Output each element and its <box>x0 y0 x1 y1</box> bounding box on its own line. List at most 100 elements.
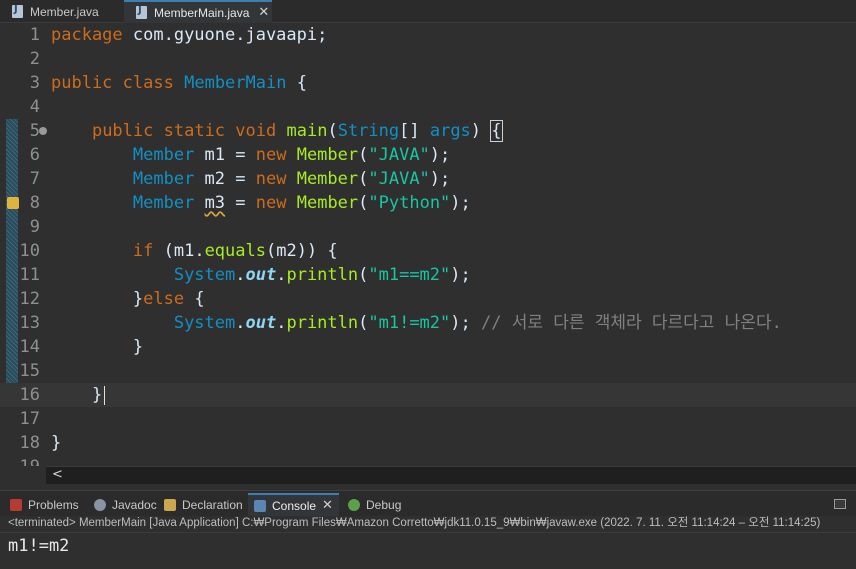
code-token: } <box>51 385 103 405</box>
code-line[interactable]: 4 <box>0 95 856 119</box>
fold-icon[interactable] <box>39 127 47 135</box>
line-number: 13 <box>19 313 40 333</box>
javadoc-icon <box>94 498 106 511</box>
code-token: ( <box>358 265 369 285</box>
code-text: public static void main(String[] args) { <box>51 119 503 143</box>
code-line[interactable]: 12 }else { <box>0 287 856 311</box>
code-token: args <box>429 121 471 141</box>
code-line[interactable]: 18} <box>0 431 856 455</box>
code-line[interactable]: 10 if (m1.equals(m2)) { <box>0 239 856 263</box>
code-line[interactable]: 6 Member m1 = new Member("JAVA"); <box>0 143 856 167</box>
close-icon[interactable]: ✕ <box>322 498 333 513</box>
code-token: ( <box>358 313 369 333</box>
code-token: { <box>490 120 503 142</box>
code-line[interactable]: 17 <box>0 407 856 431</box>
code-token: out <box>245 265 277 285</box>
line-number: 2 <box>29 49 40 69</box>
tab-javadoc[interactable]: Javadoc <box>94 493 157 516</box>
code-line[interactable]: 2 <box>0 47 856 71</box>
code-token: } <box>51 337 144 357</box>
text-cursor <box>104 385 106 405</box>
code-token: public <box>51 73 113 93</box>
code-token: . <box>235 313 246 333</box>
tab-member-java[interactable]: Member.java <box>0 0 124 23</box>
code-token: ); <box>450 265 471 285</box>
close-icon[interactable]: ✕ <box>258 5 269 20</box>
tab-problems[interactable]: Problems <box>10 493 79 516</box>
code-token: { <box>184 289 205 309</box>
code-token: "Python" <box>368 193 451 213</box>
line-number: 10 <box>19 241 40 261</box>
code-line[interactable]: 8 Member m3 = new Member("Python"); <box>0 191 856 215</box>
line-number: 15 <box>19 361 40 381</box>
code-token: println <box>286 265 359 285</box>
code-line[interactable]: 9 <box>0 215 856 239</box>
code-text: }else { <box>51 287 205 311</box>
code-token: [] <box>399 121 430 141</box>
tab-debug[interactable]: Debug <box>348 493 401 516</box>
code-line[interactable]: 19 <box>0 455 856 466</box>
code-token: ( <box>358 145 369 165</box>
code-token: Member <box>132 145 195 165</box>
scroll-left-icon[interactable]: < <box>52 467 63 482</box>
line-number: 12 <box>19 289 40 309</box>
code-line[interactable]: 5 public static void main(String[] args)… <box>0 119 856 143</box>
java-file-icon <box>12 4 23 18</box>
tab-console[interactable]: Console ✕ <box>248 493 339 516</box>
code-token: main <box>286 121 328 141</box>
warning-icon[interactable] <box>7 197 19 209</box>
code-token: . <box>235 265 246 285</box>
tab-membermain-java[interactable]: MemberMain.java ✕ <box>124 0 272 23</box>
tab-label: Member.java <box>30 4 99 19</box>
code-line[interactable]: 1 package com.gyuone.javaapi; <box>0 23 856 47</box>
code-text: package com.gyuone.javaapi; <box>51 23 327 47</box>
tab-declaration[interactable]: Declaration <box>164 493 243 516</box>
code-token: ( <box>358 169 369 189</box>
code-line[interactable]: 13 System.out.println("m1!=m2"); // 서로 다… <box>0 311 856 335</box>
code-token: ); <box>450 193 471 213</box>
console-panel[interactable]: m1!=m2 <box>0 532 856 569</box>
code-line[interactable]: 7 Member m2 = new Member("JAVA"); <box>0 167 856 191</box>
code-token: else <box>143 289 185 309</box>
code-line[interactable]: 11 System.out.println("m1==m2"); <box>0 263 856 287</box>
code-editor[interactable]: 1 package com.gyuone.javaapi; 2 3 public cla… <box>0 23 856 466</box>
code-token: System <box>173 265 236 285</box>
code-text: Member m2 = new Member("JAVA"); <box>51 167 450 191</box>
code-token: Member <box>296 145 359 165</box>
code-token: com.gyuone.javaapi; <box>122 25 328 45</box>
horizontal-scrollbar[interactable]: < <box>46 466 856 484</box>
code-line[interactable]: 14 } <box>0 335 856 359</box>
code-token: new <box>255 193 287 213</box>
code-line[interactable]: 3 public class MemberMain { <box>0 71 856 95</box>
tab-label: MemberMain.java <box>154 5 250 20</box>
tab-label: Console <box>272 498 317 513</box>
code-text: System.out.println("m1==m2"); <box>51 263 471 287</box>
code-token: . <box>276 265 287 285</box>
line-number: 11 <box>19 265 40 285</box>
tab-label: Declaration <box>182 497 243 512</box>
code-text: Member m3 = new Member("Python"); <box>51 191 471 215</box>
code-line[interactable]: 15 <box>0 359 856 383</box>
code-token: "m1==m2" <box>368 265 451 285</box>
line-number: 1 <box>29 25 40 45</box>
code-token: Member <box>132 169 195 189</box>
code-token: "JAVA" <box>368 145 430 165</box>
minimize-button[interactable] <box>834 499 846 509</box>
code-token: ); <box>429 145 451 165</box>
problems-icon <box>10 498 22 511</box>
line-number: 19 <box>0 455 40 466</box>
code-text: System.out.println("m1!=m2"); // 서로 다른 객… <box>51 311 782 335</box>
code-token: (m2)) { <box>265 241 338 261</box>
code-text: public class MemberMain { <box>51 71 307 95</box>
code-line[interactable]: 16 } <box>0 383 856 407</box>
line-number: 14 <box>19 337 40 357</box>
code-text: } <box>51 431 61 455</box>
